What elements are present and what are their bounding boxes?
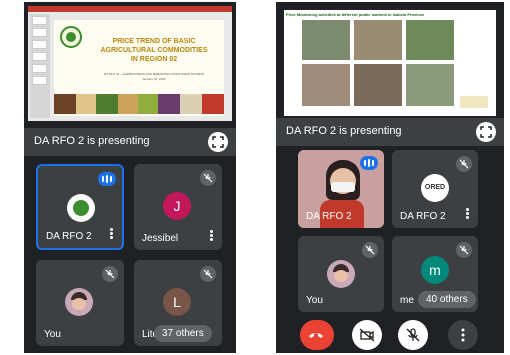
more-options-icon[interactable] xyxy=(210,230,214,242)
ored-logo-avatar: ORED xyxy=(421,174,449,202)
end-call-button[interactable] xyxy=(300,320,334,350)
market-photo xyxy=(302,20,350,60)
slide-title-line-3: IN REGION 02 xyxy=(130,56,178,63)
window-titlebar xyxy=(28,6,232,12)
speaking-indicator xyxy=(98,172,116,186)
more-options-icon[interactable] xyxy=(466,208,470,220)
participant-name: Jessibel xyxy=(142,233,179,244)
avatar xyxy=(65,288,93,316)
mic-toggle-button[interactable] xyxy=(398,320,428,350)
market-photo xyxy=(354,20,402,60)
phone-hangup-icon xyxy=(309,333,323,338)
participant-tile[interactable]: You xyxy=(298,236,384,312)
slide-title-line-2: AGRICULTURAL COMMODITIES xyxy=(100,47,208,54)
more-options-button[interactable] xyxy=(448,320,478,350)
participant-tile[interactable]: ORED DA RFO 2 xyxy=(392,150,478,228)
avatar: J xyxy=(163,192,191,220)
mic-off-icon xyxy=(456,156,472,172)
slide-thumb[interactable] xyxy=(32,52,47,61)
more-vert-icon xyxy=(461,328,465,342)
presentation-slide: Price Monitoring activities at different… xyxy=(284,10,496,116)
participant-name: You xyxy=(44,329,61,340)
left-meet-window: PRICE TREND OF BASIC AGRICULTURAL COMMOD… xyxy=(24,2,236,353)
participant-tile[interactable]: J Jessibel xyxy=(134,164,222,250)
mic-off-icon xyxy=(102,266,118,282)
right-meet-window: Price Monitoring activities at different… xyxy=(276,2,504,353)
participant-name: me xyxy=(400,295,414,306)
slide-thumb[interactable] xyxy=(32,16,47,25)
slide-thumb[interactable] xyxy=(32,76,47,85)
avatar xyxy=(327,260,355,288)
slide-thumb[interactable] xyxy=(32,64,47,73)
participant-tile[interactable]: L Lito 37 others xyxy=(134,260,222,346)
mic-off-icon xyxy=(406,328,420,342)
participant-name: DA RFO 2 xyxy=(306,211,352,222)
mic-off-icon xyxy=(200,170,216,186)
market-photo xyxy=(354,64,402,106)
market-photo xyxy=(406,64,454,106)
fullscreen-icon xyxy=(212,136,224,148)
vegetable-photo-strip xyxy=(54,94,224,116)
speaking-indicator xyxy=(360,156,378,170)
others-count-chip[interactable]: 40 others xyxy=(418,291,476,308)
market-photo xyxy=(302,64,350,106)
presentation-slide: PRICE TREND OF BASIC AGRICULTURAL COMMOD… xyxy=(28,6,232,121)
presenting-label: DA RFO 2 is presenting xyxy=(286,125,402,137)
participant-tile[interactable]: You xyxy=(36,260,124,346)
presenting-bar: DA RFO 2 is presenting xyxy=(276,118,504,146)
slide-thumb[interactable] xyxy=(32,40,47,49)
participant-name: DA RFO 2 xyxy=(400,211,446,222)
camera-toggle-button[interactable] xyxy=(352,320,382,350)
participant-name: You xyxy=(306,295,323,306)
participant-tile[interactable]: DA RFO 2 xyxy=(298,150,384,228)
slide-canvas: PRICE TREND OF BASIC AGRICULTURAL COMMOD… xyxy=(54,20,224,116)
fullscreen-button[interactable] xyxy=(208,132,228,152)
da-logo xyxy=(60,26,82,48)
da-logo xyxy=(460,96,488,108)
avatar: L xyxy=(163,288,191,316)
participant-name: DA RFO 2 xyxy=(46,231,92,242)
others-count-chip[interactable]: 37 others xyxy=(154,325,212,342)
da-logo-avatar xyxy=(67,194,95,222)
slide-thumbnails xyxy=(30,14,50,118)
mic-off-icon xyxy=(456,242,472,258)
fullscreen-icon xyxy=(480,126,492,138)
slide-subtitle: DA RFO 02 – AGRIBUSINESS AND MARKETING A… xyxy=(103,72,205,76)
slide-header: Price Monitoring activities at different… xyxy=(286,12,425,17)
participant-tile[interactable]: DA RFO 2 xyxy=(36,164,124,250)
market-photo xyxy=(406,20,454,60)
participant-tile[interactable]: m me 40 others xyxy=(392,236,478,312)
mic-off-icon xyxy=(362,242,378,258)
presenting-label: DA RFO 2 is presenting xyxy=(34,135,150,147)
slide-date: January 31, 2022 xyxy=(142,77,166,81)
avatar: m xyxy=(421,256,449,284)
logo-text: ORED xyxy=(424,184,446,191)
slide-title-line-1: PRICE TREND OF BASIC xyxy=(112,38,196,45)
camera-off-icon xyxy=(359,328,375,342)
fullscreen-button[interactable] xyxy=(476,122,496,142)
slide-thumb[interactable] xyxy=(32,28,47,37)
presenting-bar: DA RFO 2 is presenting xyxy=(24,128,236,156)
more-options-icon[interactable] xyxy=(110,228,114,240)
mic-off-icon xyxy=(200,266,216,282)
